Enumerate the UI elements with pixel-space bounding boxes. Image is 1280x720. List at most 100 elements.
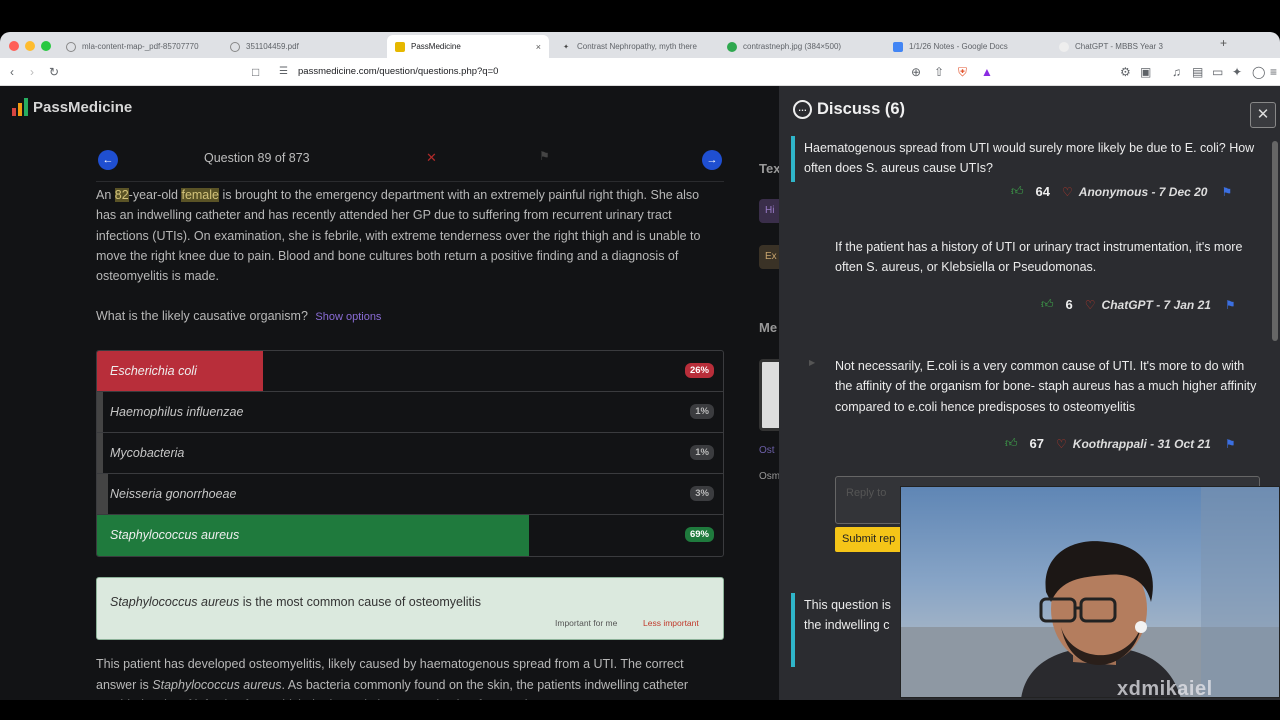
flag-question-icon[interactable]: ⚑ xyxy=(539,149,550,163)
media-caption: Ost xyxy=(759,445,775,456)
vpn-icon[interactable]: ◯ xyxy=(1252,64,1265,80)
close-window-icon[interactable] xyxy=(9,41,19,51)
media-caption: Osm xyxy=(759,471,779,482)
percent-badge: 26% xyxy=(684,363,714,378)
tab-label: 1/1/26 Notes - Google Docs xyxy=(909,42,1008,51)
minimize-window-icon[interactable] xyxy=(25,41,35,51)
side-card[interactable]: Ex xyxy=(759,245,779,269)
answer-option[interactable]: Escherichia coli 26% xyxy=(97,351,723,392)
less-important-button[interactable]: Less important xyxy=(643,618,699,628)
zoom-icon[interactable]: ⊕ xyxy=(911,64,921,80)
answer-option[interactable]: Mycobacteria 1% xyxy=(97,433,723,474)
browser-tab[interactable]: mla-content-map-_pdf-85707770 xyxy=(58,35,218,58)
browser-tab[interactable]: contrastneph.jpg (384×500) xyxy=(719,35,881,58)
answer-option[interactable]: Staphylococcus aureus 69% xyxy=(97,515,723,556)
passmedicine-icon xyxy=(395,41,405,52)
flag-comment-icon[interactable]: ⚑ xyxy=(1225,298,1236,312)
answer-summary-text: Staphylococcus aureus is the most common… xyxy=(110,595,482,609)
tab-label: contrastneph.jpg (384×500) xyxy=(743,42,842,51)
vote-count: 67 xyxy=(1029,436,1045,451)
maximize-window-icon[interactable] xyxy=(41,41,51,51)
passmedicine-logo[interactable]: PassMedicine xyxy=(12,98,132,116)
site-info-icon[interactable]: ☰ xyxy=(279,64,288,80)
percent-badge: 1% xyxy=(690,404,714,419)
comment-accent-bar xyxy=(791,136,795,182)
next-question-button[interactable]: → xyxy=(702,150,722,170)
close-tab-icon[interactable]: × xyxy=(536,42,541,52)
scrollbar[interactable] xyxy=(1272,141,1278,341)
comment-author: Anonymous - 7 Dec 20 xyxy=(1078,184,1208,199)
sidebar-icon[interactable]: ▤ xyxy=(1192,64,1203,80)
forward-icon[interactable]: › xyxy=(30,64,34,80)
browser-tab[interactable]: 1/1/26 Notes - Google Docs xyxy=(885,35,1047,58)
percent-fill xyxy=(97,392,104,432)
flag-comment-icon[interactable]: ⚑ xyxy=(1225,437,1236,451)
extensions-icon[interactable]: ⚙ xyxy=(1120,64,1131,80)
explanation-text: This patient has developed osteomyelitis… xyxy=(96,657,689,700)
comment-author: Koothrappali - 31 Oct 21 xyxy=(1072,436,1211,451)
brave-shield-icon[interactable]: ⛨ xyxy=(958,64,967,80)
browser-tab[interactable]: ChatGPT - MBBS Year 3 xyxy=(1051,35,1213,58)
answer-option[interactable]: Neisseria gonorrhoeae 3% xyxy=(97,474,723,515)
wallet-icon[interactable]: ▭ xyxy=(1212,64,1223,80)
option-label: Mycobacteria xyxy=(110,446,185,460)
option-label: Haemophilus influenzae xyxy=(110,405,244,419)
highlighted-age: 82 xyxy=(114,188,129,202)
comment-meta: 👍︎ 64 ♡ Anonymous - 7 Dec 20 ⚑ xyxy=(1011,184,1232,199)
browser-tab-active[interactable]: PassMedicine × xyxy=(387,35,549,58)
reply-arrow-icon: ▶ xyxy=(809,358,816,367)
reply-text: If the patient has a history of UTI or u… xyxy=(835,240,1243,275)
discuss-title: … Discuss (6) xyxy=(793,100,905,119)
screen: mla-content-map-_pdf-85707770 351104459.… xyxy=(0,0,1280,720)
percent-badge: 69% xyxy=(684,527,714,542)
tab-label: Contrast Nephropathy, myth there xyxy=(577,42,697,51)
channel-watermark: xdmikaiel xyxy=(1117,678,1213,698)
thumbs-up-icon[interactable]: 👍︎ xyxy=(1005,436,1018,451)
speech-bubble-icon: … xyxy=(793,100,812,119)
thumbs-up-icon[interactable]: 👍︎ xyxy=(1011,184,1024,199)
side-card[interactable]: Hi xyxy=(759,199,779,223)
screenshot-icon[interactable]: ▣ xyxy=(1140,64,1151,80)
media-thumbnail[interactable] xyxy=(759,359,779,431)
reload-icon[interactable]: ↻ xyxy=(49,64,59,80)
close-discuss-button[interactable]: ✕ xyxy=(1250,102,1276,128)
docs-icon xyxy=(893,41,903,52)
percent-badge: 3% xyxy=(690,486,714,501)
question-counter: Question 89 of 873 xyxy=(204,151,310,165)
highlighted-sex: female xyxy=(181,188,219,202)
reply-meta: 👍︎ 67 ♡ Koothrappali - 31 Oct 21 ⚑ xyxy=(1005,436,1236,451)
heart-icon[interactable]: ♡ xyxy=(1062,185,1073,199)
percent-fill xyxy=(97,433,104,473)
menu-icon[interactable]: ≡ xyxy=(1270,64,1277,80)
percent-badge: 1% xyxy=(690,445,714,460)
important-for-me-button[interactable]: Important for me xyxy=(555,618,617,628)
reply-placeholder: Reply to xyxy=(846,487,887,499)
show-options-link[interactable]: Show options xyxy=(315,311,381,323)
share-icon[interactable]: ⇧ xyxy=(934,64,944,80)
answer-summary-box: Staphylococcus aureus is the most common… xyxy=(96,577,724,640)
media-icon[interactable]: ♫ xyxy=(1172,64,1181,80)
browser-toolbar: ‹ › ↻ □ ☰ passmedicine.com/question/ques… xyxy=(0,58,1280,86)
reply-meta: 👍︎ 6 ♡ ChatGPT - 7 Jan 21 ⚑ xyxy=(1041,297,1236,312)
browser-tab[interactable]: 351104459.pdf xyxy=(222,35,382,58)
answer-option[interactable]: Haemophilus influenzae 1% xyxy=(97,392,723,433)
url-bar[interactable]: passmedicine.com/question/questions.php?… xyxy=(298,66,498,77)
vote-count: 64 xyxy=(1035,184,1051,199)
bookmark-icon[interactable]: □ xyxy=(252,64,259,80)
person-image xyxy=(901,487,1279,697)
logo-text: PassMedicine xyxy=(33,99,133,116)
incorrect-marker-icon: ✕ xyxy=(426,150,437,165)
thumbs-up-icon[interactable]: 👍︎ xyxy=(1041,297,1054,312)
heart-icon[interactable]: ♡ xyxy=(1056,437,1067,451)
back-icon[interactable]: ‹ xyxy=(10,64,14,80)
heart-icon[interactable]: ♡ xyxy=(1085,298,1096,312)
previous-question-button[interactable]: ← xyxy=(98,150,118,170)
browser-tab[interactable]: ✦ Contrast Nephropathy, myth there xyxy=(553,35,715,58)
option-label: Neisseria gonorrhoeae xyxy=(110,487,237,501)
flag-comment-icon[interactable]: ⚑ xyxy=(1221,185,1232,199)
question-page: PassMedicine ← Question 89 of 873 ✕ ⚑ → … xyxy=(0,86,779,700)
new-tab-button[interactable]: + xyxy=(1220,36,1227,50)
comment-author: ChatGPT - 7 Jan 21 xyxy=(1101,297,1211,312)
leo-icon[interactable]: ✦ xyxy=(1232,64,1242,80)
rewards-icon[interactable]: ▲ xyxy=(981,64,993,80)
